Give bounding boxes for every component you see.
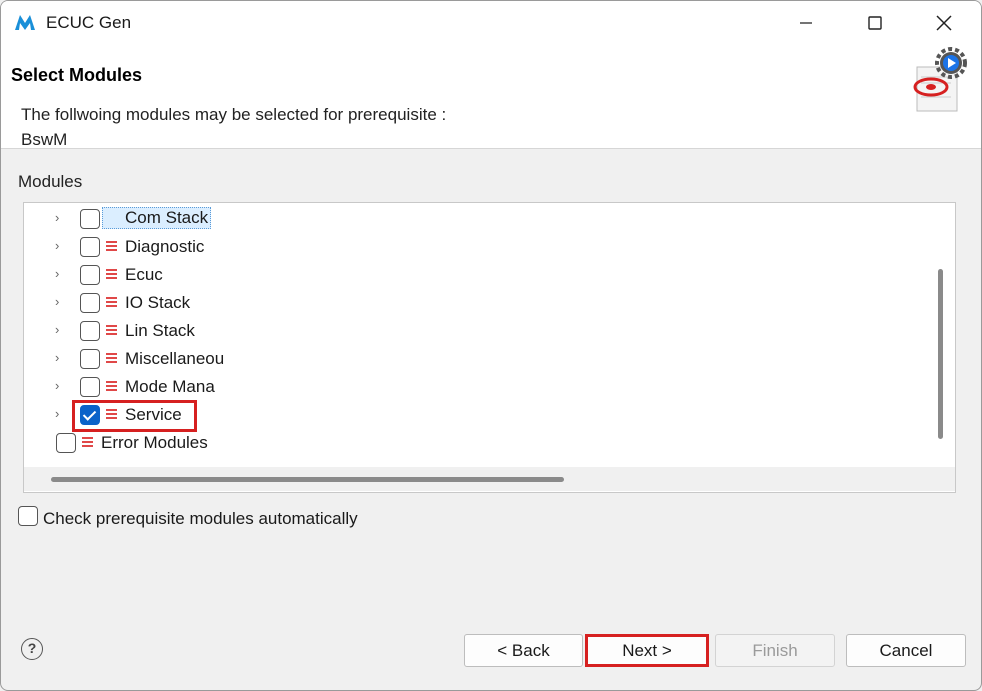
chevron-right-icon[interactable]: › bbox=[55, 210, 65, 225]
module-checkbox[interactable] bbox=[80, 293, 100, 313]
chevron-right-icon[interactable]: › bbox=[55, 406, 65, 421]
app-logo-icon bbox=[15, 15, 35, 30]
window-title: ECUC Gen bbox=[46, 13, 132, 32]
back-button[interactable]: < Back bbox=[464, 634, 583, 667]
tree-item-label: Error Modules bbox=[101, 433, 208, 452]
tree-item-label: Ecuc bbox=[125, 265, 163, 284]
module-icon bbox=[106, 241, 117, 253]
wizard-banner-icon bbox=[913, 47, 967, 112]
modules-group-label: Modules bbox=[18, 172, 83, 191]
module-icon bbox=[106, 325, 117, 337]
module-checkbox[interactable] bbox=[80, 237, 100, 257]
close-icon bbox=[936, 15, 952, 31]
module-icon bbox=[106, 381, 117, 393]
close-button[interactable] bbox=[921, 1, 967, 45]
chevron-right-icon[interactable]: › bbox=[55, 238, 65, 253]
horizontal-scrollbar[interactable] bbox=[51, 477, 564, 482]
cancel-button[interactable]: Cancel bbox=[846, 634, 966, 667]
chevron-right-icon[interactable]: › bbox=[55, 322, 65, 337]
module-checkbox[interactable] bbox=[80, 209, 100, 229]
auto-check-label[interactable]: Check prerequisite modules automatically bbox=[43, 509, 358, 529]
ecuc-gen-dialog: ECUC Gen Select Modules The follwoing mo… bbox=[0, 0, 982, 691]
minimize-button[interactable] bbox=[783, 1, 829, 45]
module-icon bbox=[106, 353, 117, 365]
module-checkbox[interactable] bbox=[80, 377, 100, 397]
service-highlight-box bbox=[72, 400, 197, 432]
module-checkbox[interactable] bbox=[80, 321, 100, 341]
module-icon bbox=[106, 269, 117, 281]
tree-item-label: Com Stack bbox=[102, 207, 212, 229]
scroll-corner bbox=[929, 467, 955, 491]
tree-item-label: Diagnostic bbox=[125, 237, 205, 256]
chevron-right-icon[interactable]: › bbox=[55, 378, 65, 393]
tree-item-label: Mode Mana bbox=[125, 377, 215, 396]
help-icon[interactable]: ? bbox=[21, 638, 43, 660]
tree-item-label: Miscellaneou bbox=[125, 349, 225, 368]
module-checkbox[interactable] bbox=[80, 265, 100, 285]
chevron-right-icon[interactable]: › bbox=[55, 266, 65, 281]
page-title: Select Modules bbox=[11, 65, 143, 85]
selected-module-name: BswM bbox=[21, 130, 68, 149]
header-description: The follwoing modules may be selected fo… bbox=[21, 105, 447, 124]
title-bar: ECUC Gen bbox=[1, 1, 981, 45]
minimize-icon bbox=[800, 22, 812, 24]
maximize-icon bbox=[868, 16, 882, 30]
next-button[interactable]: Next > bbox=[585, 634, 709, 667]
module-checkbox[interactable] bbox=[56, 433, 76, 453]
module-icon bbox=[82, 437, 93, 449]
vertical-scrollbar[interactable] bbox=[938, 269, 943, 439]
module-icon bbox=[106, 297, 117, 309]
tree-item-label: Lin Stack bbox=[125, 321, 195, 340]
chevron-right-icon[interactable]: › bbox=[55, 294, 65, 309]
wizard-header: Select Modules The follwoing modules may… bbox=[1, 45, 981, 149]
auto-check-checkbox[interactable] bbox=[18, 506, 38, 526]
maximize-button[interactable] bbox=[852, 1, 898, 45]
tree-item-label: IO Stack bbox=[125, 293, 191, 312]
module-checkbox[interactable] bbox=[80, 349, 100, 369]
finish-button[interactable]: Finish bbox=[715, 634, 835, 667]
chevron-right-icon[interactable]: › bbox=[55, 350, 65, 365]
